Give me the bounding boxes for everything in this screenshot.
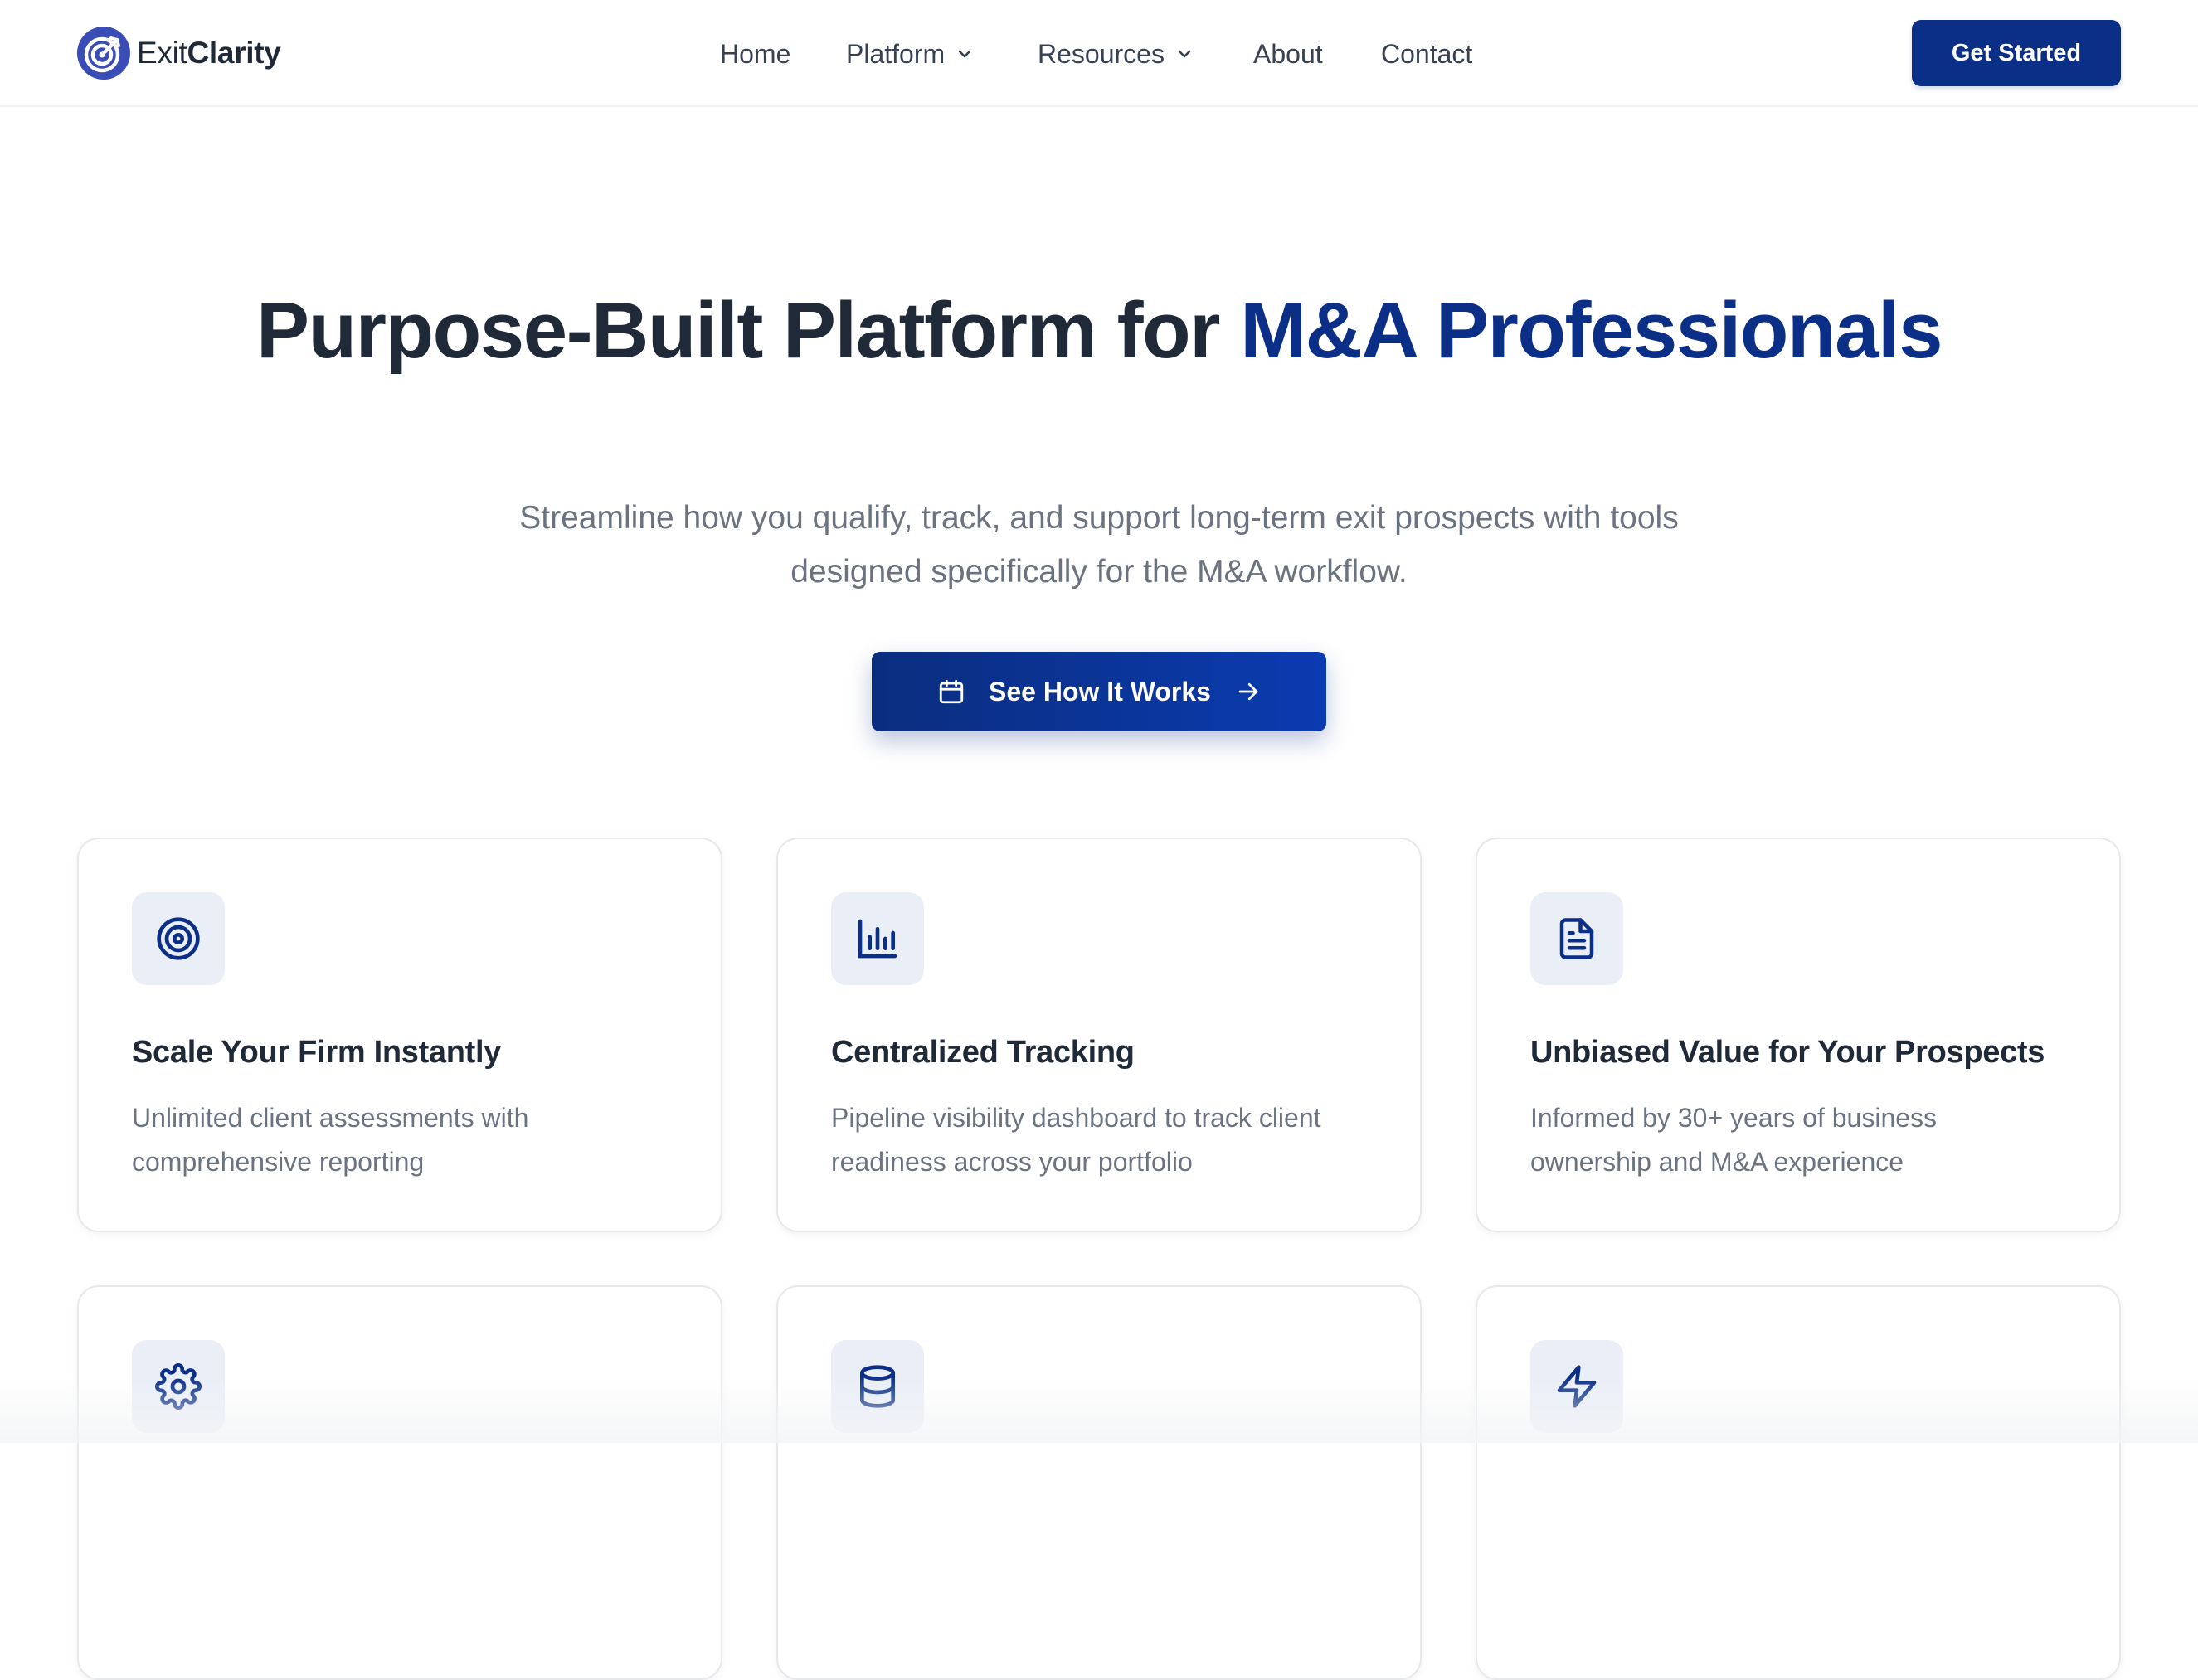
chevron-down-icon	[1178, 50, 1191, 58]
hero-subtitle: Streamline how you qualify, track, and s…	[519, 500, 1679, 590]
card-description: Pipeline visibility dashboard to track c…	[831, 1103, 1321, 1177]
see-how-it-works-button[interactable]: See How It Works	[872, 652, 1326, 731]
nav-item-label: Resources	[1038, 38, 1165, 69]
feature-card-scale: Scale Your Firm Instantly Unlimited clie…	[77, 838, 722, 1232]
nav-item-resources[interactable]: Resources	[1038, 33, 1193, 75]
card-title: Scale Your Firm Instantly	[132, 1035, 502, 1070]
site-header: ExitClarity Home Platform Resources Abou…	[0, 0, 2198, 107]
lightning-icon	[1557, 1365, 1597, 1408]
nav-item-label: Contact	[1381, 38, 1473, 69]
cta-label: See How It Works	[989, 676, 1211, 706]
card-icon-tile	[831, 1340, 924, 1433]
card-icon-tile	[132, 892, 225, 985]
get-started-button[interactable]: Get Started	[1912, 20, 2121, 86]
nav-item-label: About	[1253, 38, 1323, 69]
nav-item-about[interactable]: About	[1253, 33, 1323, 75]
nav-item-label: Home	[720, 38, 791, 69]
nav-item-home[interactable]: Home	[720, 33, 790, 75]
nav-item-contact[interactable]: Contact	[1381, 33, 1472, 75]
hero-title: Purpose-Built Platform for M&A Professio…	[0, 290, 2198, 371]
hero-title-accent: M&A Professionals	[1240, 286, 1943, 375]
nav-item-platform[interactable]: Platform	[846, 33, 973, 75]
feature-card-tracking: Centralized Tracking Pipeline visibility…	[776, 838, 1422, 1232]
feature-card-value: Unbiased Value for Your Prospects Inform…	[1476, 838, 2121, 1232]
document-icon	[1559, 918, 1594, 959]
card-icon-tile	[831, 892, 924, 985]
bar-chart-icon	[858, 919, 897, 959]
card-title: Centralized Tracking	[831, 1035, 1135, 1070]
chevron-down-icon	[958, 50, 971, 58]
database-icon	[860, 1365, 895, 1408]
card-description: Informed by 30+ years of business owners…	[1530, 1103, 1938, 1177]
nav-item-label: Platform	[846, 38, 946, 69]
target-icon	[157, 917, 200, 960]
feature-card-speed	[1476, 1285, 2121, 1680]
arrow-right-icon	[1238, 682, 1258, 701]
calendar-icon	[939, 679, 964, 704]
card-description: Unlimited client assessments with compre…	[132, 1103, 529, 1177]
hero-title-main: Purpose-Built Platform for	[255, 286, 1241, 375]
feature-card-data	[776, 1285, 1422, 1680]
card-icon-tile	[1530, 892, 1623, 985]
main-nav: Home Platform Resources About Contact	[0, 33, 2198, 75]
card-icon-tile	[132, 1340, 225, 1433]
feature-card-settings	[77, 1285, 722, 1680]
gear-icon	[155, 1363, 202, 1410]
card-title: Unbiased Value for Your Prospects	[1530, 1035, 2045, 1070]
card-icon-tile	[1530, 1340, 1623, 1433]
